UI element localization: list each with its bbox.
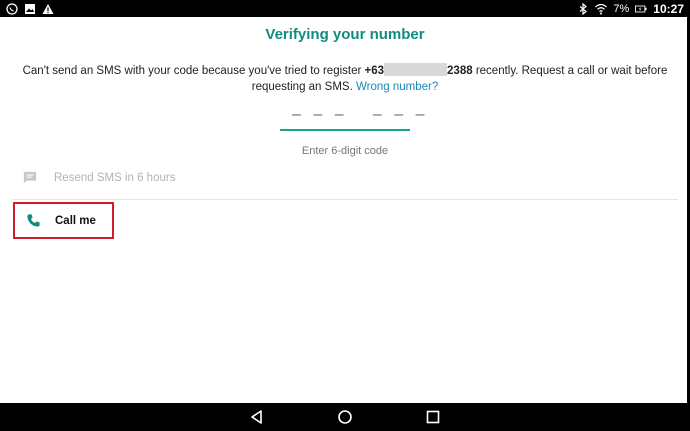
verification-message: Can't send an SMS with your code because… [20, 63, 670, 95]
phone-number-prefix: +63 [364, 65, 385, 77]
verify-screen: Verifying your number Can't send an SMS … [0, 17, 690, 403]
whatsapp-icon [6, 2, 18, 15]
wifi-icon [595, 3, 608, 15]
battery-charging-icon [635, 3, 647, 15]
bluetooth-icon [577, 2, 589, 15]
code-underline [280, 129, 410, 131]
message-text-1: Can't send an SMS with your code because… [22, 65, 365, 77]
code-placeholder: – – – – – – [292, 106, 429, 123]
clock: 10:27 [653, 1, 684, 16]
wrong-number-link[interactable]: Wrong number? [356, 81, 438, 93]
code-input[interactable]: – – – – – – [280, 104, 425, 131]
resend-sms-label: Resend SMS in 6 hours [54, 172, 176, 184]
home-icon[interactable] [336, 408, 354, 426]
resend-sms-button[interactable]: Resend SMS in 6 hours [22, 168, 322, 188]
divider [12, 199, 678, 200]
page-title: Verifying your number [265, 26, 425, 43]
status-bar: 7% 10:27 [0, 0, 690, 17]
code-hint: Enter 6-digit code [301, 145, 389, 157]
image-icon [24, 3, 36, 15]
navigation-bar [0, 403, 690, 431]
call-me-label: Call me [55, 214, 96, 227]
phone-icon [25, 213, 41, 229]
recents-icon[interactable] [424, 408, 442, 426]
back-icon[interactable] [248, 408, 266, 426]
call-me-button[interactable]: Call me [13, 202, 114, 239]
warning-icon [42, 3, 54, 15]
battery-percent: 7% [613, 2, 630, 15]
message-icon [22, 170, 38, 186]
phone-number-suffix: 2388 [447, 65, 473, 77]
redacted-number [384, 63, 448, 76]
